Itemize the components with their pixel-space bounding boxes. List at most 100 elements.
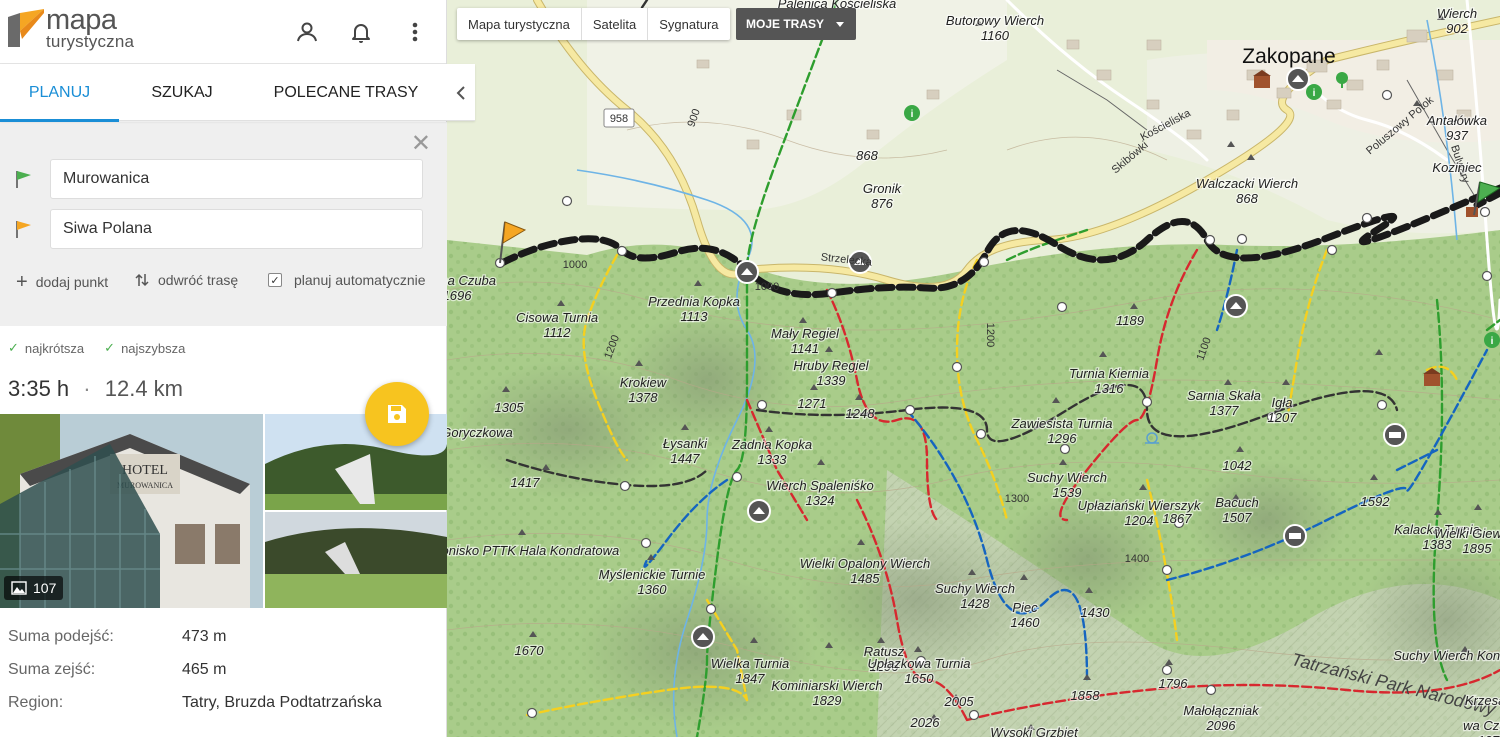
peak-name: Walczacki Wierch [1196,176,1298,191]
close-icon[interactable]: ✕ [411,132,431,156]
peak-height: 1650 [905,671,935,686]
check-icon: ✓ [8,340,19,355]
peak-height: 1507 [1223,510,1253,525]
hotel-photo[interactable]: HOTEL MUROWANICA 107 [0,414,263,608]
stat-row-region: Region: Tatry, Bruzda Podtatrzańska [8,694,438,727]
add-point-button[interactable]: + dodaj punkt [16,272,108,292]
image-icon [11,581,27,595]
peak-height: 868 [1236,191,1258,206]
bell-icon[interactable] [348,19,374,45]
peak-height: 1248 [846,406,876,421]
map-type-signature[interactable]: Sygnatura [648,8,729,40]
ski-jump-photo-2[interactable] [265,512,447,608]
app-header: mapa turystyczna [0,0,446,64]
tab-polecane-trasy[interactable]: POLECANE TRASY [245,64,447,121]
shortest-label: najkrótsza [24,340,85,356]
peak-name: Mały Regiel [771,326,840,341]
map-type-tourist[interactable]: Mapa turystyczna [457,8,582,40]
auto-plan-label: planuj automatycznie [294,272,426,288]
fastest-option[interactable]: ✓ najszybsza [104,340,185,356]
save-route-button[interactable] [365,382,429,446]
map-canvas[interactable]: i i i 958 Strzelecka Kościeliska Skibówk… [447,0,1500,737]
peak-name: Wielki Opalony Wierch [800,556,931,571]
swap-vertical-icon [135,273,149,287]
tab-planuj[interactable]: PLANUJ [0,64,119,122]
route-planner: ✕ Murowanica Siwa Polana + dodaj punkt o… [0,122,447,326]
peak-name: Bacuch [1215,495,1258,510]
peak-name: Butorowy Wierch [946,13,1044,28]
more-vertical-icon[interactable] [402,19,428,45]
stat-row-ascent: Suma podejść: 473 m [8,628,438,661]
peak-name: Suchy Wierch [935,581,1015,596]
end-flag-icon [16,221,31,238]
contour-label: 1000 [755,281,779,293]
peak-height: 1829 [813,693,842,708]
separator-dot: · [83,376,91,401]
peak-height: 1296 [1048,431,1078,446]
tab-szukaj[interactable]: SZUKAJ [119,64,245,121]
peak-name: Małołączniak [1183,703,1260,718]
stat-key: Suma zejść: [8,661,96,678]
photo-gallery[interactable]: HOTEL MUROWANICA 107 [0,414,447,608]
peak-name: Turnia Kiernia [1069,366,1149,381]
map-type-satellite[interactable]: Satelita [582,8,649,40]
peak-name: Krzesanica [1465,693,1500,708]
collapse-panel-button[interactable] [447,64,475,121]
add-point-label: dodaj punkt [35,274,109,290]
caret-down-icon [836,21,845,27]
stat-value: Tatry, Bruzda Podtatrzańska [182,694,382,711]
peak-name: Goryczkowa [447,425,513,440]
route-distance: 12.4 km [104,376,184,401]
map-layer[interactable]: i i i 958 Strzelecka Kościeliska Skibówk… [447,0,1500,737]
auto-plan-checkbox[interactable]: ✓ [268,273,282,287]
peak-height: 1271 [798,396,827,411]
logo-icon[interactable] [8,9,44,47]
peak-height: 1378 [629,390,659,405]
check-icon: ✓ [104,340,116,355]
peak-height: 1324 [806,493,835,508]
my-routes-label: MOJE TRASY [746,17,825,31]
peak-height: 1333 [758,452,788,467]
end-point-input[interactable]: Siwa Polana [50,209,423,249]
auto-plan-toggle[interactable]: ✓ planuj automatycznie [268,272,426,288]
peak-name: Gronik [863,181,903,196]
peak-height: 1428 [961,596,991,611]
peak-name: Koziniec [1432,160,1482,175]
peak-height: 2026 [910,715,941,730]
peak-height: 1460 [1011,615,1041,630]
peak-name: Antałówka [1426,113,1487,128]
peak-height: 868 [856,148,878,163]
start-point-input[interactable]: Murowanica [50,159,423,199]
user-icon[interactable] [294,19,320,45]
peak-height: 1895 [1463,541,1493,556]
peak-height: 1207 [1268,410,1298,425]
peak-height: 1360 [638,582,668,597]
photo-count-badge[interactable]: 107 [4,576,64,600]
peak-height: 1160 [981,28,1010,43]
stat-key: Suma podejść: [8,628,114,645]
peak-height: 902 [1446,21,1468,36]
svg-text:HOTEL: HOTEL [122,463,168,478]
chevron-left-icon [456,85,465,100]
contour-label: 1000 [563,259,587,271]
plus-icon: + [16,271,28,293]
reverse-route-button[interactable]: odwróć trasę [134,272,238,288]
peak-height: 1858 [1071,688,1101,703]
peak-name: Schronisko PTTK Hala Kondratowa [447,543,619,558]
my-routes-dropdown[interactable]: MOJE TRASY [736,8,857,40]
peak-name: Zadnia Kopka [731,437,812,452]
peak-name: Krokiew [620,375,668,390]
peak-name: Wysoki Grzbiet [990,725,1079,737]
peak-height: 1141 [791,341,819,356]
logo-text[interactable]: mapa turystyczna [46,6,134,51]
start-flag-icon [16,171,31,188]
peak-height: 1430 [1081,605,1111,620]
shortest-option[interactable]: ✓ najkrótsza [8,340,84,356]
peak-height: 1447 [671,451,701,466]
peak-name: Suchy Wierch Kondracki [1393,648,1500,663]
peak-name: Kominiarski Wierch [771,678,882,693]
peak-name: Wierch Spaleniśko [766,478,874,493]
peak-height: 1113 [681,309,709,324]
peak-height: 876 [871,196,893,211]
peak-name: Wielki Giewont [1434,526,1500,541]
